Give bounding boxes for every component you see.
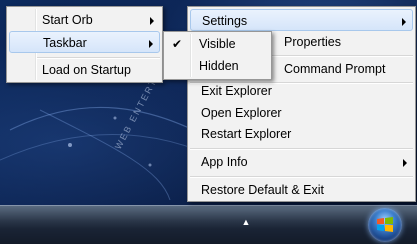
submenu-arrow-icon [150, 17, 154, 25]
submenu-arrow-icon [402, 18, 406, 26]
menu-item-hidden[interactable]: Hidden [166, 55, 269, 77]
menu-item-label: Start Orb [42, 13, 93, 27]
menu-item-taskbar[interactable]: Taskbar [9, 31, 160, 53]
menu-item-label: Open Explorer [201, 106, 282, 120]
start-orb-button[interactable] [368, 208, 402, 242]
taskbar [0, 205, 417, 244]
menu-separator [190, 176, 413, 178]
menu-item-label: Visible [199, 37, 236, 51]
menu-item-open-explorer[interactable]: Open Explorer [190, 102, 413, 124]
menu-item-label: Restore Default & Exit [201, 183, 324, 197]
submenu-arrow-icon [403, 159, 407, 167]
menu-item-label: Restart Explorer [201, 127, 292, 141]
menu-item-settings[interactable]: Settings [190, 9, 413, 31]
menu-item-start-orb[interactable]: Start Orb [9, 9, 160, 31]
app-menu: Start Orb Taskbar Load on Startup [6, 6, 163, 83]
checkmark-icon: ✔ [172, 37, 183, 51]
taskbar-submenu: ✔ Visible Hidden [163, 31, 272, 80]
tray-arrow-icon[interactable]: ▲ [240, 217, 252, 227]
menu-item-restart-explorer[interactable]: Restart Explorer [190, 123, 413, 145]
menu-item-app-info[interactable]: App Info [190, 151, 413, 173]
menu-item-visible[interactable]: ✔ Visible [166, 33, 269, 55]
menu-item-label: Load on Startup [42, 63, 131, 77]
menu-item-exit-explorer[interactable]: Exit Explorer [190, 80, 413, 102]
windows-logo-icon [377, 217, 393, 232]
menu-item-label: App Info [201, 155, 248, 169]
menu-item-label: Properties [284, 35, 341, 49]
menu-item-label: Command Prompt [284, 62, 386, 76]
menu-item-restore-default-exit[interactable]: Restore Default & Exit [190, 179, 413, 201]
menu-item-label: Exit Explorer [201, 84, 272, 98]
submenu-arrow-icon [149, 40, 153, 48]
menu-item-load-on-startup[interactable]: Load on Startup [9, 59, 160, 81]
menu-separator [190, 148, 413, 150]
menu-item-label: Taskbar [43, 36, 87, 50]
menu-item-label: Hidden [199, 59, 239, 73]
menu-item-label: Settings [202, 14, 248, 28]
